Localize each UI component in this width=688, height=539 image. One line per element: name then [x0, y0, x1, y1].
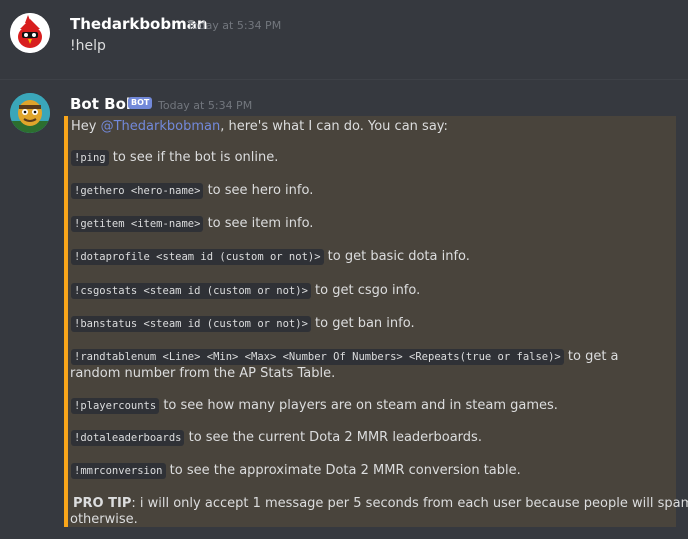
command-line-gethero: !gethero <hero-name> to see hero info.	[71, 183, 313, 199]
command-description: to see how many players are on steam and…	[159, 398, 558, 413]
command-line-dotaprofile: !dotaprofile <steam id (custom or not)> …	[71, 249, 470, 265]
timestamp: Today at 5:34 PM	[187, 19, 282, 32]
command-description-continuation: random number from the AP Stats Table.	[70, 366, 336, 381]
command-code: !banstatus <steam id (custom or not)>	[71, 316, 311, 332]
pro-tip-text: : i will only accept 1 message per 5 sec…	[131, 496, 688, 511]
user-avatar[interactable]	[10, 13, 50, 53]
command-code: !dotaleaderboards	[71, 430, 185, 446]
command-line-dotaleaderboards: !dotaleaderboards to see the current Dot…	[71, 430, 482, 446]
command-description: to get a	[563, 349, 619, 364]
message-text: !help	[70, 38, 106, 54]
command-line-getitem: !getitem <item-name> to see item info.	[71, 216, 313, 232]
timestamp: Today at 5:34 PM	[158, 99, 253, 112]
bot-username[interactable]: Bot Bob	[70, 95, 137, 113]
command-line-csgostats: !csgostats <steam id (custom or not)> to…	[71, 283, 420, 299]
intro-suffix: , here's what I can do. You can say:	[220, 119, 448, 134]
command-code: !randtablenum <Line> <Min> <Max> <Number…	[71, 349, 564, 365]
bot-avatar[interactable]	[10, 93, 50, 133]
command-line-playercounts: !playercounts to see how many players ar…	[71, 398, 558, 414]
command-code: !csgostats <steam id (custom or not)>	[71, 283, 311, 299]
message-1: Thedarkbobman Today at 5:34 PM !help	[0, 0, 688, 79]
command-code: !playercounts	[71, 398, 160, 414]
user-mention[interactable]: @Thedarkbobman	[101, 119, 221, 134]
command-code: !dotaprofile <steam id (custom or not)>	[71, 249, 324, 265]
red-bird-avatar-icon	[10, 13, 50, 53]
command-description: to get csgo info.	[310, 283, 421, 298]
command-description: to see if the bot is online.	[108, 150, 279, 165]
command-line-mmrconversion: !mmrconversion to see the approximate Do…	[71, 463, 521, 479]
command-description: to see item info.	[203, 216, 314, 231]
intro-line: Hey @Thedarkbobman, here's what I can do…	[71, 119, 448, 135]
command-line-ping: !ping to see if the bot is online.	[71, 150, 278, 166]
command-description: to see the current Dota 2 MMR leaderboar…	[184, 430, 482, 445]
pro-tip-line: PRO TIP: i will only accept 1 message pe…	[73, 496, 688, 512]
intro-prefix: Hey	[71, 119, 101, 134]
command-code: !gethero <hero-name>	[71, 183, 204, 199]
command-code: !mmrconversion	[71, 463, 166, 479]
command-description: to get ban info.	[310, 316, 415, 331]
command-line-randtablenum: !randtablenum <Line> <Min> <Max> <Number…	[71, 349, 619, 365]
pro-tip-label: PRO TIP	[73, 496, 132, 511]
command-line-randtablenum-continuation: random number from the AP Stats Table.	[70, 366, 335, 382]
command-description: to see hero info.	[203, 183, 314, 198]
command-description: to see the approximate Dota 2 MMR conver…	[165, 463, 521, 478]
command-code: !getitem <item-name>	[71, 216, 204, 232]
command-description: to get basic dota info.	[323, 249, 470, 264]
pro-tip-continuation: otherwise.	[70, 512, 138, 528]
command-code: !ping	[71, 150, 109, 166]
command-line-banstatus: !banstatus <steam id (custom or not)> to…	[71, 316, 415, 332]
pro-tip-continuation-text: otherwise.	[70, 512, 138, 527]
bot-character-avatar-icon	[10, 93, 50, 133]
bot-tag-badge: BOT	[128, 97, 153, 109]
